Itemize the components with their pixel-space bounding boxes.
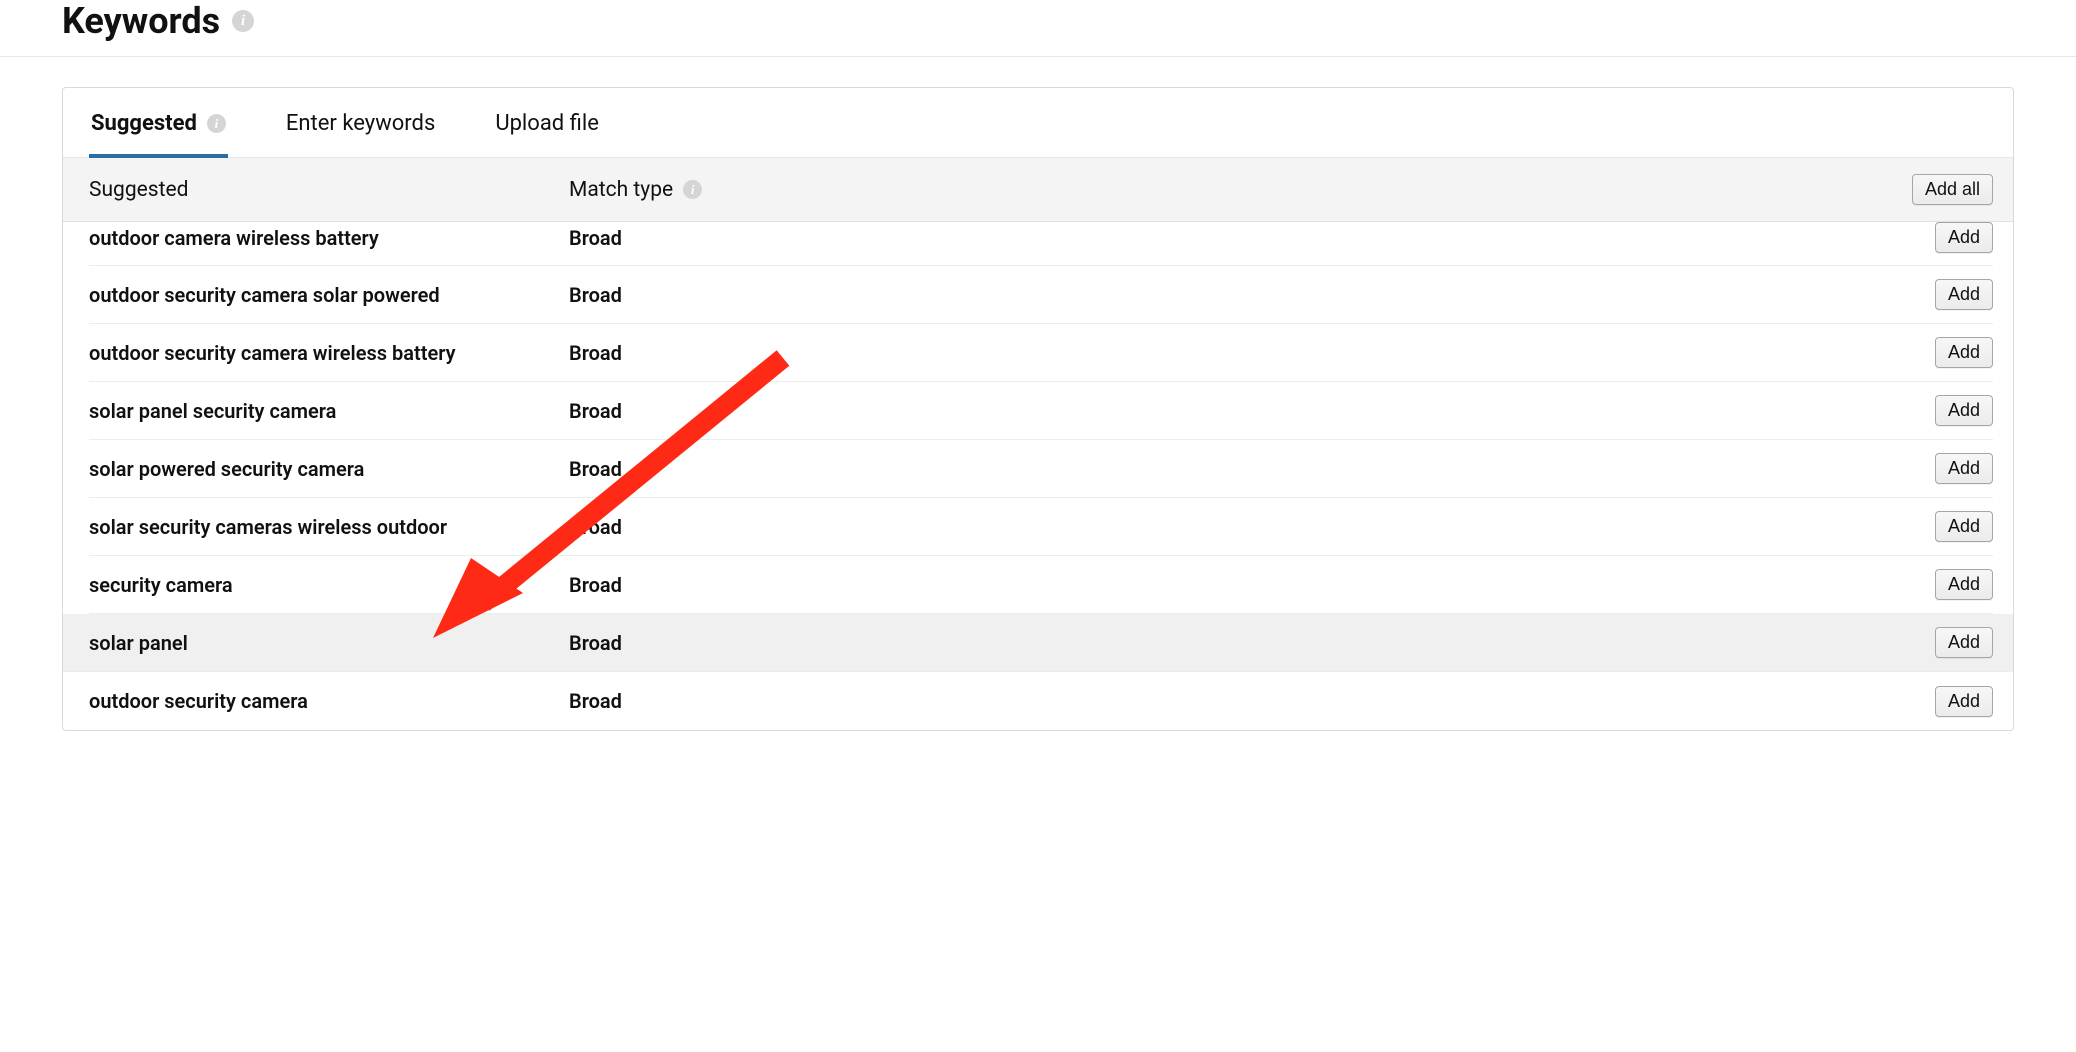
match-type-cell: Broad <box>569 226 1883 250</box>
match-type-cell: Broad <box>569 457 1883 481</box>
page-root: Keywords i Suggested i Enter keywords Up… <box>0 0 2076 761</box>
table-body: outdoor camera wireless batteryBroadAddo… <box>63 222 2013 730</box>
keyword-text: outdoor camera wireless battery <box>89 226 379 250</box>
action-cell: Add <box>1883 569 1993 600</box>
table-row: outdoor security camera Broad Add <box>89 672 1993 730</box>
action-cell: Add <box>1883 627 1993 658</box>
match-type-text: Broad <box>569 573 622 597</box>
match-type-cell: Broad <box>569 283 1883 307</box>
keyword-cell: solar security cameras wireless outdoor <box>89 515 569 539</box>
match-type-cell: Broad <box>569 689 1883 713</box>
keyword-text: outdoor security camera <box>89 689 308 713</box>
keywords-card: Suggested i Enter keywords Upload file S… <box>62 87 2014 731</box>
keyword-text: outdoor security camera solar powered <box>89 283 440 307</box>
keyword-cell: outdoor security camera <box>89 689 569 713</box>
table-row: security camera Broad Add <box>89 556 1993 614</box>
match-type-cell: Broad <box>569 573 1883 597</box>
table-row: outdoor security camera solar powered Bro… <box>89 266 1993 324</box>
match-type-cell: Broad <box>569 399 1883 423</box>
column-header-label: Suggested <box>89 178 188 202</box>
add-button[interactable]: Add <box>1935 222 1993 253</box>
column-header-label: Match type <box>569 178 673 202</box>
tab-upload-file[interactable]: Upload file <box>493 89 601 158</box>
add-button[interactable]: Add <box>1935 627 1993 658</box>
action-cell: Add <box>1883 686 1993 717</box>
action-cell: Add <box>1883 511 1993 542</box>
page-header: Keywords i <box>0 0 2076 57</box>
column-header-action: Add all <box>1883 174 1993 205</box>
add-button[interactable]: Add <box>1935 453 1993 484</box>
action-cell: Add <box>1883 337 1993 368</box>
match-type-text: Broad <box>569 341 622 365</box>
keyword-cell: solar panel security camera <box>89 399 569 423</box>
column-header-match-type: Match type i <box>569 178 1883 202</box>
table-header: Suggested Match type i Add all <box>63 158 2013 222</box>
keyword-text: solar powered security camera <box>89 457 364 481</box>
add-button[interactable]: Add <box>1935 686 1993 717</box>
add-button[interactable]: Add <box>1935 511 1993 542</box>
keyword-cell: outdoor security camera wireless battery <box>89 341 569 365</box>
keyword-cell: solar powered security camera <box>89 457 569 481</box>
tab-suggested[interactable]: Suggested i <box>89 89 228 158</box>
match-type-text: Broad <box>569 515 622 539</box>
keyword-cell: outdoor security camera solar powered <box>89 283 569 307</box>
match-type-text: Broad <box>569 226 622 250</box>
match-type-cell: Broad <box>569 341 1883 365</box>
keyword-text: solar security cameras wireless outdoor <box>89 515 447 539</box>
table-row: solar panel Broad Add <box>63 614 2013 672</box>
tab-label: Suggested <box>91 111 197 136</box>
tab-label: Upload file <box>495 111 599 136</box>
action-cell: Add <box>1883 395 1993 426</box>
keyword-text: outdoor security camera wireless battery <box>89 341 456 365</box>
keyword-cell: outdoor camera wireless battery <box>89 226 569 250</box>
info-icon[interactable]: i <box>207 114 226 133</box>
keyword-text: security camera <box>89 573 233 597</box>
keyword-cell: solar panel <box>89 631 569 655</box>
tab-label: Enter keywords <box>286 111 435 136</box>
match-type-text: Broad <box>569 457 622 481</box>
keyword-cell: security camera <box>89 573 569 597</box>
keyword-text: solar panel security camera <box>89 399 336 423</box>
page-title: Keywords <box>62 0 220 42</box>
footer-space <box>0 741 2076 761</box>
tab-enter-keywords[interactable]: Enter keywords <box>284 89 437 158</box>
match-type-text: Broad <box>569 631 622 655</box>
add-button[interactable]: Add <box>1935 279 1993 310</box>
column-header-keyword: Suggested <box>89 178 569 202</box>
add-button[interactable]: Add <box>1935 395 1993 426</box>
tabs: Suggested i Enter keywords Upload file <box>63 88 2013 158</box>
table-row: solar panel security camera Broad Add <box>89 382 1993 440</box>
action-cell: Add <box>1883 279 1993 310</box>
match-type-text: Broad <box>569 283 622 307</box>
match-type-cell: Broad <box>569 631 1883 655</box>
add-button[interactable]: Add <box>1935 569 1993 600</box>
table-row: solar security cameras wireless outdoor B… <box>89 498 1993 556</box>
keyword-text: solar panel <box>89 631 188 655</box>
table-row: solar powered security camera Broad Add <box>89 440 1993 498</box>
match-type-text: Broad <box>569 399 622 423</box>
add-button[interactable]: Add <box>1935 337 1993 368</box>
action-cell: Add <box>1883 222 1993 253</box>
info-icon[interactable]: i <box>683 180 702 199</box>
match-type-cell: Broad <box>569 515 1883 539</box>
action-cell: Add <box>1883 453 1993 484</box>
table-row: outdoor camera wireless battery Broad Add <box>89 222 1993 266</box>
match-type-text: Broad <box>569 689 622 713</box>
info-icon[interactable]: i <box>232 10 254 32</box>
table-row: outdoor security camera wireless battery… <box>89 324 1993 382</box>
add-all-button[interactable]: Add all <box>1912 174 1993 205</box>
